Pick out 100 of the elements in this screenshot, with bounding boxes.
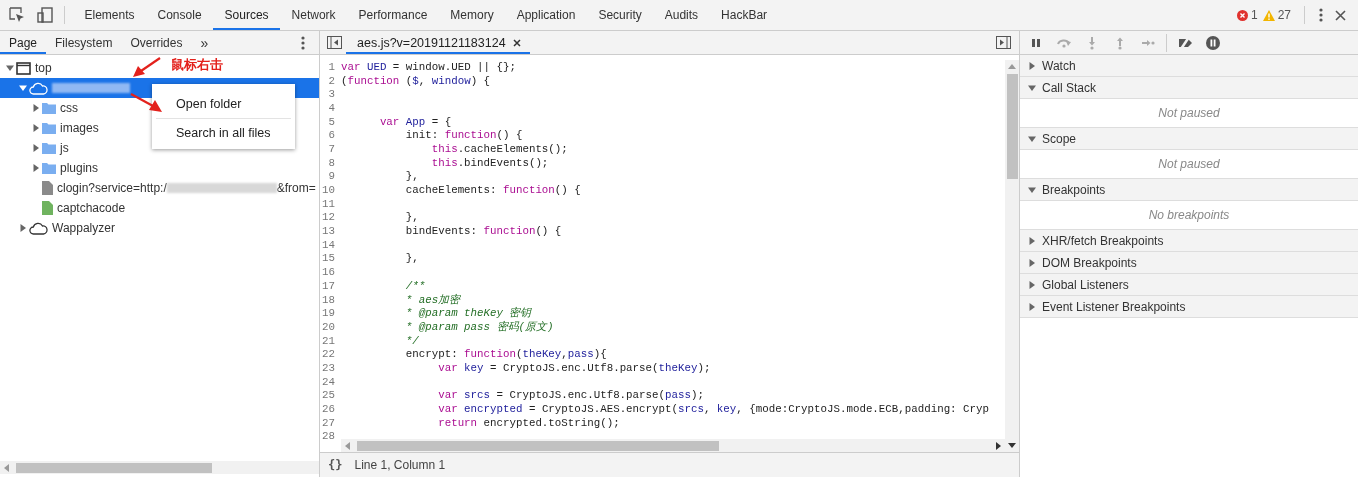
tree-item[interactable]: top <box>4 58 52 78</box>
warning-count[interactable]: 27 <box>1277 8 1291 22</box>
tree-item[interactable]: clogin?service=http:/ &from= <box>30 178 316 198</box>
more-tabs-button[interactable]: » <box>191 31 218 54</box>
tree-item[interactable]: images <box>30 118 99 138</box>
code-line: }, <box>404 170 419 183</box>
item-label: &from= <box>276 181 316 195</box>
code-line: bindEvents: function() { <box>404 225 562 238</box>
section-header[interactable]: Event Listener Breakpoints <box>1020 296 1358 318</box>
collapsed-arrow-icon[interactable] <box>32 164 40 172</box>
scrollbar-thumb[interactable] <box>357 440 719 451</box>
panel-tab[interactable]: Application <box>505 0 587 30</box>
inspect-element-icon[interactable] <box>9 7 25 23</box>
section-title: Event Listener Breakpoints <box>1042 299 1186 314</box>
scrollbar-thumb[interactable] <box>1006 74 1018 179</box>
collapsed-arrow-icon[interactable] <box>1028 280 1036 289</box>
line-number: 16 <box>321 266 336 279</box>
collapsed-arrow-icon[interactable] <box>32 104 40 112</box>
scrollbar-thumb[interactable] <box>16 462 212 473</box>
navigator-tab[interactable]: Page <box>0 31 47 54</box>
folder-icon <box>42 102 56 114</box>
section-header[interactable]: DOM Breakpoints <box>1020 252 1358 274</box>
code-line: * aes加密 <box>404 292 461 307</box>
collapsed-arrow-icon[interactable] <box>32 124 40 132</box>
tree-item[interactable]: Wappalyzer <box>17 218 115 238</box>
section-header[interactable]: Breakpoints <box>1020 179 1358 201</box>
panel-tab[interactable]: Memory <box>438 0 506 30</box>
panel-tab[interactable]: Audits <box>653 0 710 30</box>
code-line: * @param pass 密码(原文) <box>404 319 554 334</box>
device-toolbar-icon[interactable] <box>37 7 53 23</box>
more-menu-icon[interactable] <box>301 35 305 50</box>
expanded-arrow-icon[interactable] <box>1028 83 1036 92</box>
line-number: 1 <box>327 60 336 73</box>
file-tab-label: aes.js?v=20191121183124 <box>357 35 506 50</box>
expanded-arrow-icon[interactable] <box>19 84 27 92</box>
cursor-position: Line 1, Column 1 <box>354 458 446 472</box>
collapsed-arrow-icon[interactable] <box>1028 61 1036 70</box>
section-header[interactable]: Call Stack <box>1020 77 1358 99</box>
line-number: 25 <box>321 389 336 402</box>
tree-item[interactable]: css <box>30 98 78 118</box>
section-title: Scope <box>1042 131 1077 146</box>
code-line: this.bindEvents(); <box>430 156 549 169</box>
section-header[interactable]: XHR/fetch Breakpoints <box>1020 230 1358 252</box>
code-line: init: function() { <box>404 129 523 142</box>
expanded-arrow-icon[interactable] <box>1028 134 1036 143</box>
horizontal-scrollbar[interactable] <box>341 439 1005 452</box>
line-number: 15 <box>321 252 336 265</box>
pause-on-exceptions-button[interactable] <box>1205 34 1221 51</box>
panel-tab[interactable]: Network <box>280 0 348 30</box>
tree-item[interactable]: js <box>30 138 69 158</box>
error-icon <box>1236 9 1248 21</box>
toggle-navigator-icon[interactable] <box>327 36 342 49</box>
document-icon <box>42 181 53 195</box>
pause-on-exceptions-icon <box>1205 34 1221 51</box>
section-title: Call Stack <box>1042 80 1097 95</box>
more-menu-icon[interactable] <box>1319 8 1323 22</box>
line-number: 8 <box>327 156 336 169</box>
expanded-arrow-icon[interactable] <box>6 64 14 72</box>
empty-message: Not paused <box>1158 106 1220 120</box>
tree-item[interactable]: plugins <box>30 158 99 178</box>
code-line: */ <box>404 334 419 347</box>
section-title: DOM Breakpoints <box>1042 255 1137 270</box>
menu-item[interactable]: Search in all files <box>152 119 295 147</box>
item-label: js <box>60 141 69 155</box>
collapsed-arrow-icon[interactable] <box>19 224 27 232</box>
navigator-tab[interactable]: Filesystem <box>46 31 122 54</box>
pretty-print-button[interactable]: {} <box>328 458 343 472</box>
close-icon[interactable] <box>1335 9 1346 21</box>
collapsed-arrow-icon[interactable] <box>1028 236 1036 245</box>
warning-icon <box>1262 9 1275 21</box>
panel-tab[interactable]: Elements <box>73 0 147 30</box>
close-icon[interactable] <box>512 38 521 47</box>
line-number: 6 <box>327 129 336 142</box>
folder-icon <box>42 162 56 174</box>
section-header[interactable]: Global Listeners <box>1020 274 1358 296</box>
collapsed-arrow-icon[interactable] <box>1028 258 1036 267</box>
code-line: var UED = window.UED || {}; <box>341 60 516 73</box>
section-header[interactable]: Watch <box>1020 55 1358 77</box>
tree-item[interactable]: captchacode <box>30 198 126 218</box>
panel-tab[interactable]: Security <box>586 0 654 30</box>
error-count[interactable]: 1 <box>1250 8 1258 22</box>
scroll-down-arrow-icon[interactable] <box>1008 441 1016 449</box>
vertical-scrollbar[interactable] <box>1005 60 1019 452</box>
expanded-arrow-icon[interactable] <box>1028 185 1036 194</box>
panel-tab[interactable]: HackBar <box>709 0 779 30</box>
line-number: 14 <box>321 238 336 251</box>
section-header[interactable]: Scope <box>1020 128 1358 150</box>
empty-message: No breakpoints <box>1148 208 1230 222</box>
horizontal-scrollbar[interactable] <box>0 461 319 474</box>
line-number: 4 <box>327 101 336 114</box>
panel-tab[interactable]: Console <box>146 0 214 30</box>
menu-item[interactable]: Open folder <box>152 90 295 118</box>
navigator-tab[interactable]: Overrides <box>121 31 192 54</box>
code-line: var App = { <box>378 115 452 128</box>
collapsed-arrow-icon[interactable] <box>1028 302 1036 311</box>
toggle-debugger-icon[interactable] <box>996 36 1011 49</box>
panel-tab[interactable]: Performance <box>347 0 439 30</box>
image-file-icon <box>42 201 53 215</box>
scroll-right-arrow-icon[interactable] <box>994 441 1002 450</box>
collapsed-arrow-icon[interactable] <box>32 144 40 152</box>
